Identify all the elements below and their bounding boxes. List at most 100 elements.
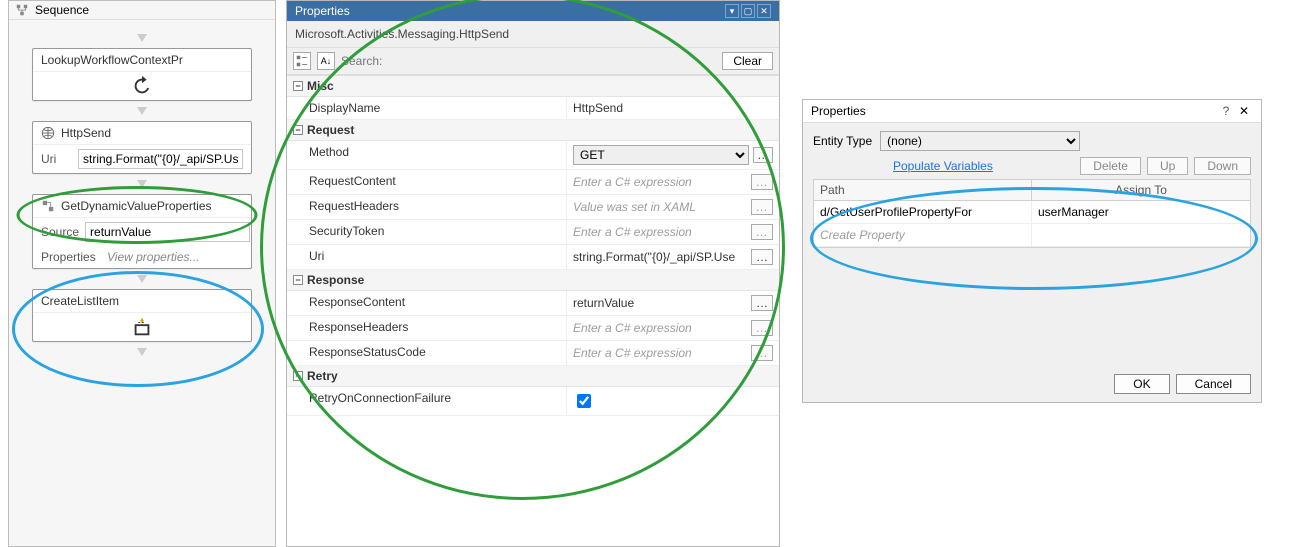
table-row[interactable]: d/GetUserProfilePropertyFor userManager bbox=[814, 201, 1250, 224]
row-retryconn[interactable]: RetryOnConnectionFailure bbox=[287, 387, 779, 416]
cell-path[interactable]: d/GetUserProfilePropertyFor bbox=[814, 201, 1032, 223]
activity-createlistitem-title: CreateListItem bbox=[41, 294, 119, 308]
delete-button[interactable]: Delete bbox=[1080, 157, 1141, 175]
editor-button[interactable]: … bbox=[751, 295, 773, 311]
flow-arrow-icon bbox=[137, 180, 147, 188]
prop-name: SecurityToken bbox=[287, 220, 567, 244]
collapse-icon[interactable]: − bbox=[293, 275, 303, 285]
cell-ghost[interactable]: Create Property bbox=[814, 224, 1032, 246]
cell-assign[interactable]: userManager bbox=[1032, 201, 1250, 223]
flow-arrow-icon bbox=[137, 34, 147, 42]
retry-checkbox[interactable] bbox=[577, 394, 591, 408]
row-uri[interactable]: Uri string.Format("{0}/_api/SP.Use… bbox=[287, 245, 779, 270]
prop-value[interactable]: HttpSend bbox=[567, 97, 779, 119]
row-responsestatus[interactable]: ResponseStatusCode Enter a C# expression… bbox=[287, 341, 779, 366]
window-close-button[interactable]: ✕ bbox=[757, 4, 771, 18]
prop-name: RequestContent bbox=[287, 170, 567, 194]
az-sort-icon: A↓ bbox=[321, 56, 332, 66]
category-request[interactable]: −Request bbox=[287, 120, 779, 141]
activity-getdynamic[interactable]: GetDynamicValueProperties Source Propert… bbox=[32, 194, 252, 269]
table-header: Path Assign To bbox=[814, 180, 1250, 201]
row-method[interactable]: Method GET … bbox=[287, 141, 779, 170]
method-select[interactable]: GET bbox=[573, 145, 749, 165]
source-label: Source bbox=[41, 225, 79, 239]
category-request-label: Request bbox=[307, 123, 354, 137]
collapse-icon[interactable]: − bbox=[293, 371, 303, 381]
properties-toolbar: A↓ Search: Clear bbox=[287, 47, 779, 75]
row-responsecontent[interactable]: ResponseContent returnValue… bbox=[287, 291, 779, 316]
prop-name: RequestHeaders bbox=[287, 195, 567, 219]
prop-name: Method bbox=[287, 141, 567, 169]
prop-name: DisplayName bbox=[287, 97, 567, 119]
activity-lookup-title: LookupWorkflowContextPr bbox=[41, 53, 183, 67]
col-assign[interactable]: Assign To bbox=[1032, 180, 1250, 200]
search-label: Search: bbox=[341, 54, 382, 68]
activity-httpsend-title: HttpSend bbox=[61, 126, 111, 140]
properties-title-text: Properties bbox=[295, 4, 350, 18]
help-button[interactable]: ? bbox=[1217, 104, 1235, 118]
prop-value[interactable]: Enter a C# expression… bbox=[567, 341, 779, 365]
collapse-icon[interactable]: − bbox=[293, 125, 303, 135]
prop-name: ResponseStatusCode bbox=[287, 341, 567, 365]
row-requestheaders[interactable]: RequestHeaders Value was set in XAML… bbox=[287, 195, 779, 220]
sequence-header[interactable]: Sequence bbox=[9, 1, 275, 20]
dialog-titlebar[interactable]: Properties ? ✕ bbox=[803, 100, 1261, 123]
entity-type-label: Entity Type bbox=[813, 134, 872, 148]
prop-value bbox=[567, 387, 779, 415]
categorized-icon bbox=[295, 54, 309, 68]
prop-value[interactable]: Enter a C# expression… bbox=[567, 220, 779, 244]
refresh-icon bbox=[131, 75, 153, 97]
category-retry[interactable]: −Retry bbox=[287, 366, 779, 387]
window-dropdown-button[interactable]: ▾ bbox=[725, 4, 739, 18]
prop-value[interactable]: string.Format("{0}/_api/SP.Use… bbox=[567, 245, 779, 269]
row-responseheaders[interactable]: ResponseHeaders Enter a C# expression… bbox=[287, 316, 779, 341]
row-securitytoken[interactable]: SecurityToken Enter a C# expression… bbox=[287, 220, 779, 245]
editor-button[interactable]: … bbox=[751, 174, 773, 190]
window-pin-button[interactable]: ▢ bbox=[741, 4, 755, 18]
view-properties-link[interactable]: View properties... bbox=[107, 250, 200, 264]
row-displayname[interactable]: DisplayName HttpSend bbox=[287, 97, 779, 120]
alphabetical-button[interactable]: A↓ bbox=[317, 52, 335, 70]
editor-button[interactable]: … bbox=[751, 320, 773, 336]
table-row-ghost[interactable]: Create Property bbox=[814, 224, 1250, 247]
properties-subtitle: Microsoft.Activities.Messaging.HttpSend bbox=[287, 21, 779, 47]
prop-value[interactable]: returnValue… bbox=[567, 291, 779, 315]
up-button[interactable]: Up bbox=[1147, 157, 1188, 175]
row-requestcontent[interactable]: RequestContent Enter a C# expression… bbox=[287, 170, 779, 195]
prop-value[interactable]: Enter a C# expression… bbox=[567, 170, 779, 194]
editor-button[interactable]: … bbox=[751, 345, 773, 361]
properties-titlebar[interactable]: Properties ▾ ▢ ✕ bbox=[287, 1, 779, 21]
activity-lookup[interactable]: LookupWorkflowContextPr bbox=[32, 48, 252, 101]
close-button[interactable]: ✕ bbox=[1235, 104, 1253, 118]
uri-input[interactable] bbox=[78, 149, 243, 169]
source-input[interactable] bbox=[85, 222, 250, 242]
editor-button[interactable]: … bbox=[751, 224, 773, 240]
clear-search-button[interactable]: Clear bbox=[722, 52, 773, 70]
editor-button[interactable]: … bbox=[751, 199, 773, 215]
properties-dialog: Properties ? ✕ Entity Type (none) Popula… bbox=[802, 99, 1262, 403]
collapse-icon[interactable]: − bbox=[293, 81, 303, 91]
prop-value[interactable]: Enter a C# expression… bbox=[567, 316, 779, 340]
entity-type-select[interactable]: (none) bbox=[880, 131, 1080, 151]
properties-grid: −Misc DisplayName HttpSend −Request Meth… bbox=[287, 75, 779, 416]
populate-variables-link[interactable]: Populate Variables bbox=[893, 159, 993, 173]
ok-button[interactable]: OK bbox=[1114, 374, 1169, 394]
editor-button[interactable]: … bbox=[753, 147, 773, 163]
prop-name: ResponseHeaders bbox=[287, 316, 567, 340]
uri-label: Uri bbox=[41, 152, 72, 166]
activity-getdynamic-title: GetDynamicValueProperties bbox=[61, 199, 212, 213]
category-retry-label: Retry bbox=[307, 369, 338, 383]
activity-httpsend[interactable]: HttpSend Uri bbox=[32, 121, 252, 174]
down-button[interactable]: Down bbox=[1194, 157, 1251, 175]
prop-value[interactable]: Value was set in XAML… bbox=[567, 195, 779, 219]
editor-button[interactable]: … bbox=[751, 249, 773, 265]
cell-ghost-empty bbox=[1032, 224, 1250, 246]
activity-createlistitem[interactable]: CreateListItem bbox=[32, 289, 252, 342]
cancel-button[interactable]: Cancel bbox=[1176, 374, 1251, 394]
category-misc[interactable]: −Misc bbox=[287, 76, 779, 97]
category-response[interactable]: −Response bbox=[287, 270, 779, 291]
assign-table: Path Assign To d/GetUserProfilePropertyF… bbox=[813, 179, 1251, 248]
flow-arrow-icon bbox=[137, 107, 147, 115]
col-path[interactable]: Path bbox=[814, 180, 1032, 200]
categorized-button[interactable] bbox=[293, 52, 311, 70]
